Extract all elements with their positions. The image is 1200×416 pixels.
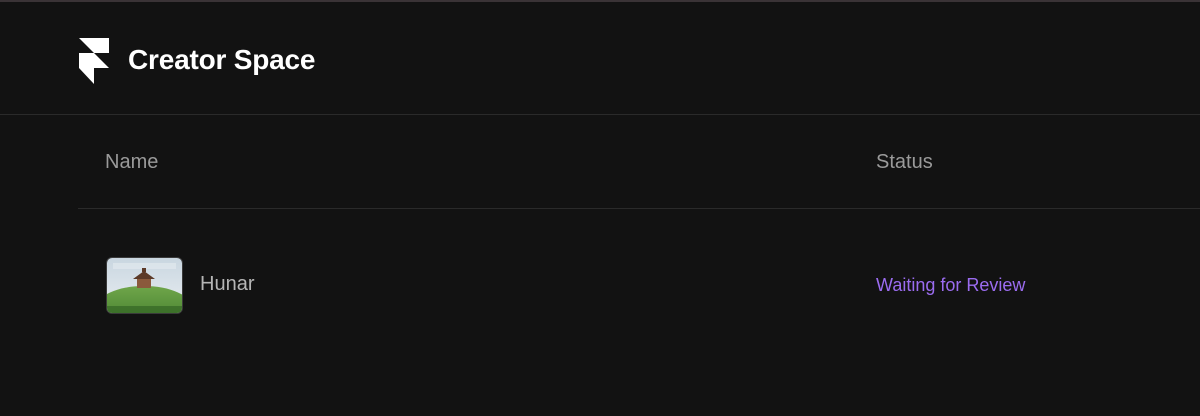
app-title: Creator Space xyxy=(128,44,316,75)
table-row[interactable]: Hunar Waiting for Review xyxy=(78,209,1200,349)
projects-table: Name Status Hunar Waiting for Review xyxy=(78,115,1200,416)
project-thumbnail[interactable] xyxy=(106,257,183,314)
top-header: Creator Space xyxy=(0,2,1200,115)
table-header: Name Status xyxy=(78,115,1200,209)
app-window: Creator Space Name Status Hunar Waiting … xyxy=(0,0,1200,416)
project-name[interactable]: Hunar xyxy=(200,273,254,296)
column-header-status[interactable]: Status xyxy=(876,151,933,174)
column-header-name[interactable]: Name xyxy=(105,151,158,174)
thumbnail-image-icon xyxy=(107,258,182,313)
status-badge: Waiting for Review xyxy=(876,275,1026,295)
framer-logo-icon[interactable] xyxy=(79,38,109,84)
